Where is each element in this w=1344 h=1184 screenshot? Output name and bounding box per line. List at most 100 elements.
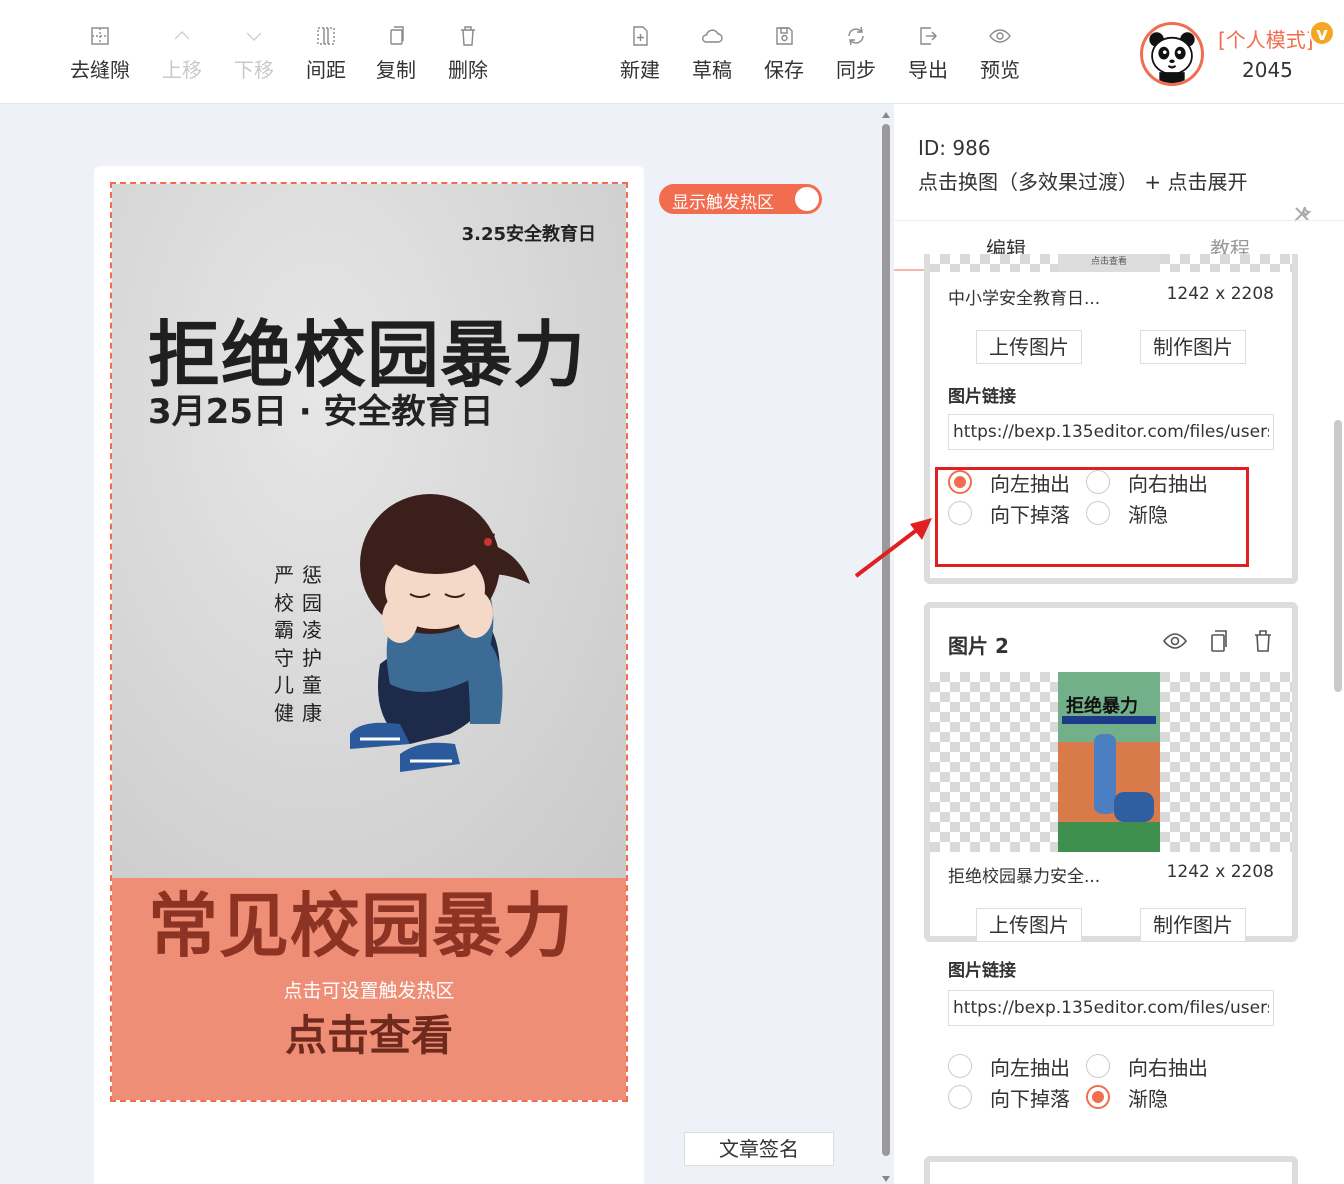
eye-icon [988, 24, 1012, 48]
copy-icon[interactable] [1206, 628, 1232, 654]
image-link-label: 图片链接 [948, 961, 1016, 981]
save-label: 保存 [764, 58, 804, 82]
trash-icon [456, 24, 480, 48]
image-card-2: 图片 2 拒绝暴力 拒绝校园暴力安全... 1242 x 2208 上传图片 制… [924, 602, 1298, 942]
move-up-button[interactable]: 上移 [146, 24, 218, 88]
article-signature-button[interactable]: 文章签名 [684, 1132, 834, 1166]
image-file-name: 拒绝校园暴力安全... [948, 867, 1101, 887]
radio-label: 向下掉落 [990, 1087, 1070, 1111]
radio-dot [1086, 1085, 1110, 1109]
panel-scrollbar[interactable] [1334, 274, 1342, 1184]
copy-label: 复制 [376, 58, 416, 82]
toolbar: 去缝隙 上移 下移 间距 复制 删除 新建 草稿 保存 同步 导出 预览 [个人… [0, 0, 1344, 104]
remove-gap-button[interactable]: 去缝隙 [64, 24, 136, 88]
radio-label: 向右抽出 [1128, 1056, 1208, 1080]
image-link-input[interactable] [948, 990, 1274, 1026]
user-number: 2045 [1242, 58, 1293, 82]
chevron-up-icon [170, 24, 194, 48]
delete-button[interactable]: 删除 [432, 24, 504, 88]
component-name[interactable]: 点击换图（多效果过渡） + 点击展开 [918, 166, 1247, 195]
image-card-title: 图片 2 [948, 634, 1009, 658]
right-panel: ID: 986 点击换图（多效果过渡） + 点击展开 编辑 教程 点击查看 中小… [894, 104, 1344, 1184]
make-image-button[interactable]: 制作图片 [1140, 330, 1246, 364]
spacing-label: 间距 [306, 58, 346, 82]
delete-label: 删除 [448, 58, 488, 82]
save-button[interactable]: 保存 [748, 24, 820, 88]
radio-label: 向左抽出 [990, 1056, 1070, 1080]
eye-icon[interactable] [1162, 628, 1188, 654]
radio-label: 向左抽出 [990, 472, 1070, 496]
image-size: 1242 x 2208 [1166, 862, 1274, 882]
chevron-down-icon [242, 24, 266, 48]
personal-mode-label[interactable]: [个人模式] [1218, 24, 1314, 53]
image-preview-1: 点击查看 [930, 254, 1292, 272]
poster-subtitle: 3月25日 · 安全教育日 [148, 392, 494, 432]
move-down-label: 下移 [234, 58, 274, 82]
export-icon [916, 24, 940, 48]
make-image-button[interactable]: 制作图片 [1140, 908, 1246, 942]
poster-section-title: 常见校园暴力 [148, 885, 574, 967]
draft-button[interactable]: 草稿 [676, 24, 748, 88]
radio-dot [1086, 470, 1110, 494]
preview-figure [1094, 734, 1116, 814]
upload-image-button[interactable]: 上传图片 [976, 330, 1082, 364]
radio-dot [948, 1085, 972, 1109]
copy-button[interactable]: 复制 [360, 24, 432, 88]
panda-avatar-icon [1149, 32, 1195, 83]
toggle-knob [795, 187, 819, 211]
poster[interactable]: 3.25安全教育日 拒绝校园暴力 3月25日 · 安全教育日 惩 园 凌 护 童… [112, 184, 626, 1100]
radio-dot [948, 501, 972, 525]
panel-scroll-thumb[interactable] [1334, 420, 1342, 692]
radio-dot [948, 1054, 972, 1078]
poster-vertical-text-right: 惩 园 凌 护 童 康 [302, 563, 322, 725]
draft-label: 草稿 [692, 58, 732, 82]
image-link-label: 图片链接 [948, 387, 1016, 407]
trash-icon[interactable] [1250, 628, 1276, 654]
new-button[interactable]: 新建 [604, 24, 676, 88]
remove-gap-label: 去缝隙 [70, 58, 130, 82]
image-file-name: 中小学安全教育日... [948, 289, 1101, 309]
avatar[interactable] [1140, 22, 1204, 86]
radio-dot [1086, 1054, 1110, 1078]
vip-badge: v [1309, 20, 1335, 46]
canvas-scrollbar[interactable] [882, 124, 890, 1156]
radio-label: 渐隐 [1128, 1087, 1168, 1111]
save-icon [772, 24, 796, 48]
move-down-button[interactable]: 下移 [218, 24, 290, 88]
scroll-up-arrow-icon[interactable] [882, 112, 890, 118]
sync-label: 同步 [836, 58, 876, 82]
preview-figure-2 [1114, 792, 1154, 822]
new-label: 新建 [620, 58, 660, 82]
radio-label: 向下掉落 [990, 503, 1070, 527]
scroll-down-arrow-icon[interactable] [882, 1176, 890, 1182]
preview-thumb-label: 点击查看 [1058, 254, 1160, 272]
sync-icon [844, 24, 868, 48]
crouching-girl-illustration [350, 494, 530, 772]
image-preview-2: 拒绝暴力 [930, 672, 1292, 852]
preview-button[interactable]: 预览 [964, 24, 1036, 88]
show-hotzone-toggle[interactable]: 显示触发热区 [659, 184, 822, 214]
radio-label: 向右抽出 [1128, 472, 1208, 496]
copy-icon [384, 24, 408, 48]
preview-title: 拒绝暴力 [1066, 696, 1138, 717]
radio-dot [948, 470, 972, 494]
upload-image-button[interactable]: 上传图片 [976, 908, 1082, 942]
grid-icon [88, 24, 112, 48]
spacing-icon [314, 24, 338, 48]
new-file-icon [628, 24, 652, 48]
preview-label: 预览 [980, 58, 1020, 82]
export-button[interactable]: 导出 [892, 24, 964, 88]
radio-dot [1086, 501, 1110, 525]
preview-thumbnail: 拒绝暴力 [1058, 672, 1160, 852]
image-card-3 [924, 1156, 1298, 1184]
hotzone-tip: 点击可设置触发热区 [283, 980, 455, 1002]
preview-grass [1058, 822, 1160, 852]
sync-button[interactable]: 同步 [820, 24, 892, 88]
preview-banner [1062, 716, 1156, 724]
poster-view-label[interactable]: 点击查看 [112, 1002, 626, 1063]
image-size: 1242 x 2208 [1166, 284, 1274, 304]
poster-date: 3.25安全教育日 [461, 224, 596, 245]
spacing-button[interactable]: 间距 [290, 24, 362, 88]
image-link-input[interactable] [948, 414, 1274, 450]
move-up-label: 上移 [162, 58, 202, 82]
